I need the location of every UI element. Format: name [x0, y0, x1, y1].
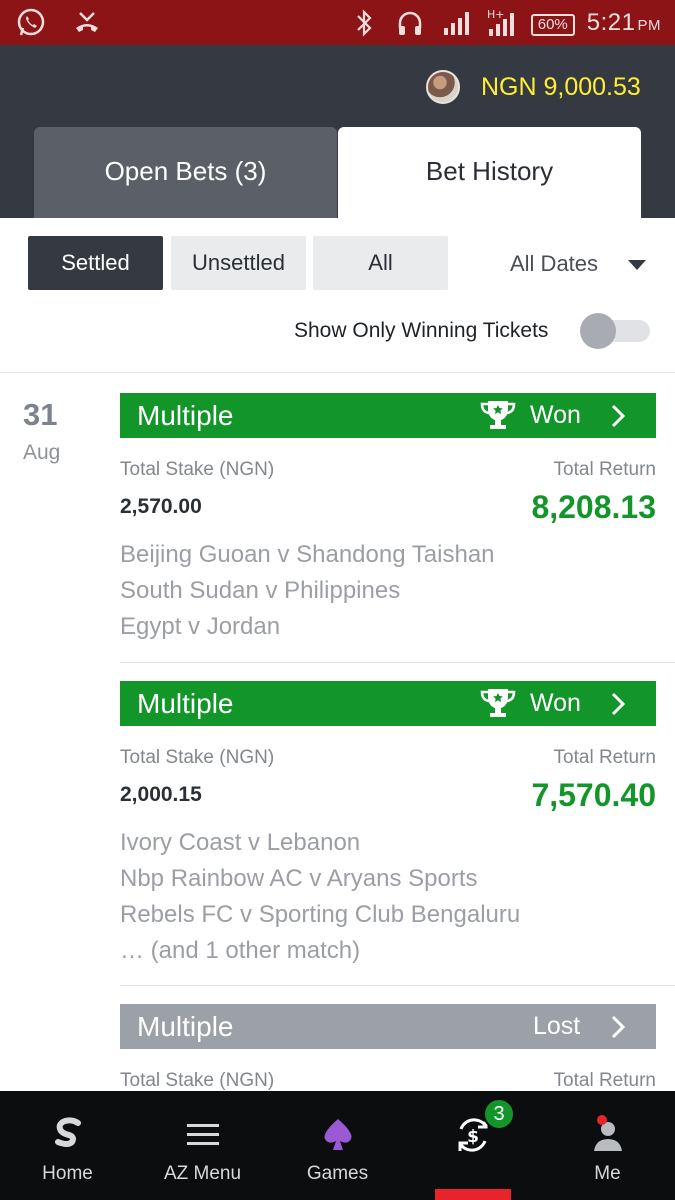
bet-status: Lost [533, 1012, 581, 1040]
nav-me[interactable]: Me [540, 1091, 675, 1200]
stake-value: 2,000.15 [120, 783, 202, 806]
match-item: Nbp Rainbow AC v Aryans Sports [120, 865, 478, 892]
whatsapp-icon [14, 6, 48, 40]
tab-open-bets[interactable]: Open Bets (3) [34, 127, 337, 218]
stake-label: Total Stake (NGN) [120, 459, 275, 480]
return-value: 8,208.13 [531, 489, 656, 525]
bet-card[interactable]: Multiple Won Total Stake (NGN) Total Ret… [120, 681, 656, 981]
signal-icon [439, 6, 473, 40]
bet-type: Multiple [137, 399, 234, 431]
nav-open-bets[interactable]: $ [405, 1091, 540, 1200]
nav-label: AZ Menu [163, 1163, 242, 1184]
open-bets-badge: 3 [483, 1098, 515, 1130]
headphones-icon [393, 6, 427, 40]
nav-label: Games [306, 1163, 369, 1184]
divider [0, 372, 675, 373]
return-label: Total Return [553, 747, 656, 768]
trophy-icon [480, 689, 516, 717]
match-list: Ivory Coast v Lebanon Nbp Rainbow AC v A… [120, 825, 520, 969]
nav-label: Me [594, 1163, 621, 1184]
spade-icon [324, 1119, 351, 1150]
filter-settled-button[interactable]: Settled [28, 236, 163, 290]
battery-indicator: 60% [530, 14, 575, 36]
toggle-knob [580, 313, 616, 349]
divider [120, 985, 675, 986]
svg-text:$: $ [467, 1127, 479, 1147]
bet-header[interactable]: Multiple Won [120, 681, 656, 726]
nav-home[interactable]: Home [0, 1091, 135, 1200]
nav-games[interactable]: Games [270, 1091, 405, 1200]
chevron-right-icon [611, 1015, 626, 1039]
bet-status: Won [530, 689, 581, 717]
tab-bet-history[interactable]: Bet History [338, 127, 641, 218]
winning-tickets-label: Show Only Winning Tickets [294, 319, 549, 342]
match-item: Ivory Coast v Lebanon [120, 829, 361, 856]
status-bar: H+ 60% 5:21 PM [0, 0, 675, 45]
match-item: Egypt v Jordan [120, 613, 281, 640]
account-balance[interactable]: NGN 9,000.53 [481, 73, 641, 102]
bottom-nav: Home AZ Menu Games $ Me [0, 1091, 675, 1200]
match-item: South Sudan v Philippines [120, 577, 401, 604]
nav-az-menu[interactable]: AZ Menu [135, 1091, 270, 1200]
bluetooth-icon [347, 6, 381, 40]
chevron-right-icon [611, 692, 626, 716]
bet-status: Won [530, 401, 581, 429]
match-list: Beijing Guoan v Shandong Taishan South S… [120, 537, 495, 645]
clock: 5:21 PM [587, 9, 661, 37]
date-month: Aug [23, 441, 61, 464]
bet-type: Multiple [137, 687, 234, 719]
missed-call-icon [70, 6, 104, 40]
signal-hplus-icon: H+ [485, 6, 519, 40]
trophy-icon [480, 401, 516, 429]
stake-label: Total Stake (NGN) [120, 747, 275, 768]
date-day: 31 [23, 397, 58, 432]
bet-header[interactable]: Multiple Lost [120, 1004, 656, 1049]
divider [120, 662, 675, 663]
return-label: Total Return [553, 1070, 656, 1091]
bet-header[interactable]: Multiple Won [120, 393, 656, 438]
account-header: NGN 9,000.53 Open Bets (3) Bet History [0, 45, 675, 218]
bet-card[interactable]: Multiple Lost Total Stake (NGN) Total Re… [120, 1004, 656, 1091]
bet-type: Multiple [137, 1010, 234, 1042]
return-value: 7,570.40 [531, 777, 656, 813]
match-item: … (and 1 other match) [120, 937, 361, 964]
sportybet-logo-icon [54, 1117, 81, 1147]
stake-value: 2,570.00 [120, 495, 202, 518]
match-item: Rebels FC v Sporting Club Bengaluru [120, 901, 521, 928]
chevron-right-icon [611, 404, 626, 428]
bet-card[interactable]: Multiple Won Total Stake (NGN) Total Ret… [120, 393, 656, 663]
stake-label: Total Stake (NGN) [120, 1070, 275, 1091]
winning-tickets-toggle[interactable] [580, 313, 650, 349]
caret-down-icon[interactable] [628, 260, 646, 270]
network-type: H+ [487, 8, 505, 21]
clock-ampm: PM [637, 17, 661, 34]
filter-unsettled-button[interactable]: Unsettled [171, 236, 306, 290]
user-icon [593, 1115, 622, 1151]
match-item: Beijing Guoan v Shandong Taishan [120, 541, 495, 568]
active-tab-indicator [435, 1189, 511, 1200]
date-range-select[interactable]: All Dates [510, 251, 598, 277]
clock-time: 5:21 [586, 9, 636, 36]
menu-icon [186, 1124, 219, 1145]
return-label: Total Return [553, 459, 656, 480]
nav-label: Home [42, 1163, 93, 1184]
filter-all-button[interactable]: All [313, 236, 448, 290]
avatar[interactable] [426, 70, 460, 104]
